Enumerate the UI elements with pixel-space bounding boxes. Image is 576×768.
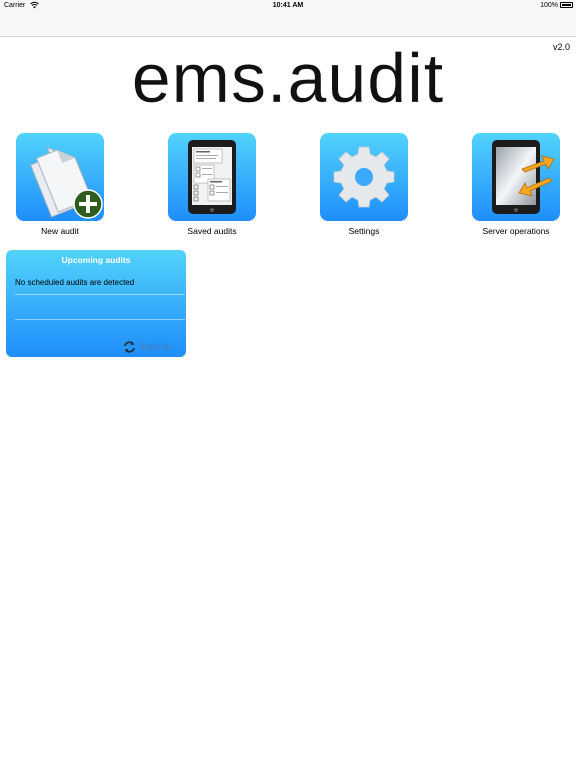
clock: 10:41 AM (272, 2, 304, 9)
app-logo: ems.audit (131, 39, 445, 117)
settings-button[interactable]: Settings (319, 133, 409, 243)
panel-divider (15, 294, 185, 295)
upcoming-audits-panel: Upcoming audits No scheduled audits are … (6, 250, 186, 357)
tablet-list-icon (168, 133, 256, 221)
panel-divider (15, 319, 185, 320)
battery-percent: 100% (540, 2, 558, 9)
battery-icon (560, 2, 573, 8)
screen: Carrier 10:41 AM 100% v2.0 ems.audit New… (0, 0, 576, 768)
status-bar: Carrier 10:41 AM 100% (0, 0, 576, 12)
refresh-icon (124, 341, 135, 353)
new-document-icon (16, 133, 104, 221)
new-audit-label: New audit (41, 226, 79, 236)
new-audit-button[interactable]: New audit (15, 133, 105, 243)
saved-audits-label: Saved audits (187, 226, 237, 236)
settings-label: Settings (348, 226, 380, 236)
upcoming-audits-message: No scheduled audits are detected (15, 278, 135, 287)
navigation-bar (0, 12, 576, 37)
server-operations-label: Server operations (482, 226, 550, 236)
gear-icon (320, 133, 408, 221)
saved-audits-button[interactable]: Saved audits (167, 133, 257, 243)
upcoming-audits-title: Upcoming audits (61, 255, 131, 265)
server-operations-button[interactable]: Server operations (471, 133, 561, 243)
refresh-label: Refresh (139, 342, 171, 352)
tablet-sync-icon (472, 133, 560, 221)
